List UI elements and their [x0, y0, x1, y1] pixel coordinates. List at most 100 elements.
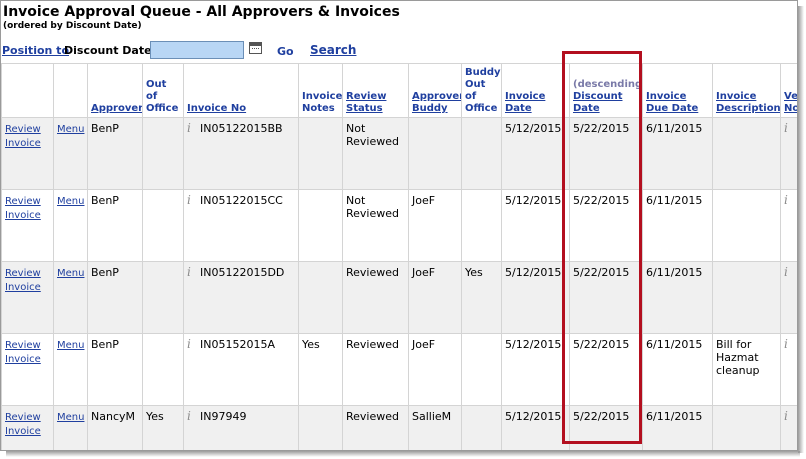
invoice-no-cell: i IN05122015CC	[183, 189, 299, 262]
page-subtitle: (ordered by Discount Date)	[3, 21, 142, 31]
invoice-description-cell	[712, 261, 781, 334]
header-review-status[interactable]: Review Status	[342, 63, 409, 118]
vendor-no-cell: i	[780, 189, 797, 262]
review-invoice-cell: Review Invoice	[1, 333, 54, 406]
position-to-link[interactable]: Position to	[2, 44, 69, 57]
review-invoice-link[interactable]: Review Invoice	[5, 124, 41, 149]
review-status-cell: Not Reviewed	[342, 189, 409, 262]
discount-date-cell: 5/22/2015	[569, 189, 643, 262]
invoice-table: Approver Out of Office Invoice No Invoic…	[1, 63, 797, 450]
info-icon[interactable]: i	[187, 338, 195, 351]
window-shadow-bottom	[6, 451, 800, 457]
header-invoice-notes: Invoice Notes	[298, 63, 343, 118]
review-status-cell: Not Reviewed	[342, 117, 409, 190]
header-out-of-office: Out of Office	[142, 63, 184, 118]
invoice-no-cell: i IN05122015BB	[183, 117, 299, 190]
row-menu-link[interactable]: Menu	[57, 124, 84, 135]
invoice-notes-cell	[298, 189, 343, 262]
review-invoice-link[interactable]: Review Invoice	[5, 412, 41, 437]
invoice-description-cell: Bill for Hazmat cleanup	[712, 333, 781, 406]
invoice-date-cell: 5/12/2015	[501, 189, 570, 262]
invoice-notes-cell	[298, 405, 343, 450]
discount-date-cell: 5/22/2015	[569, 261, 643, 334]
table-row: Review Invoice Menu BenP i IN05152015A Yes Rev…	[1, 333, 797, 406]
row-menu-link[interactable]: Menu	[57, 412, 84, 423]
review-invoice-link[interactable]: Review Invoice	[5, 268, 41, 293]
header-buddy-out-of-office: Buddy Out of Office	[461, 63, 502, 118]
review-invoice-cell: Review Invoice	[1, 189, 54, 262]
table-row: Review Invoice Menu BenP i IN05122015CC Not R…	[1, 189, 797, 262]
approver-buddy-cell	[408, 117, 462, 190]
info-icon[interactable]: i	[784, 266, 792, 279]
header-invoice-date[interactable]: Invoice Date	[501, 63, 570, 118]
row-menu-link[interactable]: Menu	[57, 196, 84, 207]
approver-buddy-cell: JoeF	[408, 333, 462, 406]
review-invoice-link[interactable]: Review Invoice	[5, 196, 41, 221]
go-button[interactable]: Go	[277, 45, 294, 58]
sort-direction-note: (descending)	[573, 79, 643, 90]
menu-cell: Menu	[53, 333, 88, 406]
row-menu-link[interactable]: Menu	[57, 340, 84, 351]
row-menu-link[interactable]: Menu	[57, 268, 84, 279]
invoice-date-cell: 5/12/2015	[501, 333, 570, 406]
header-invoice-description[interactable]: Invoice Description	[712, 63, 781, 118]
invoice-no-cell: i IN97949	[183, 405, 299, 450]
vendor-no-cell: i	[780, 333, 797, 406]
discount-date-cell: 5/22/2015	[569, 117, 643, 190]
invoice-due-date-cell: 6/11/2015	[642, 333, 713, 406]
app-window: Invoice Approval Queue - All Approvers &…	[0, 0, 798, 451]
vendor-no-cell: i	[780, 261, 797, 334]
info-icon[interactable]: i	[784, 122, 792, 135]
discount-date-input[interactable]	[150, 41, 244, 59]
invoice-no: IN97949	[200, 410, 247, 423]
invoice-due-date-cell: 6/11/2015	[642, 189, 713, 262]
approver-cell: NancyM	[87, 405, 143, 450]
info-icon[interactable]: i	[187, 410, 195, 423]
out-of-office-cell	[142, 189, 184, 262]
review-invoice-cell: Review Invoice	[1, 117, 54, 190]
approver-cell: BenP	[87, 189, 143, 262]
buddy-out-of-office-cell	[461, 189, 502, 262]
table-row: Review Invoice Menu BenP i IN05122015DD Revie…	[1, 261, 797, 334]
header-menu-col	[53, 63, 88, 118]
invoice-notes-cell	[298, 117, 343, 190]
calendar-icon[interactable]	[249, 42, 262, 54]
info-icon[interactable]: i	[187, 266, 195, 279]
header-invoice-due-date[interactable]: Invoice Due Date	[642, 63, 713, 118]
review-status-cell: Reviewed	[342, 333, 409, 406]
review-status-cell: Reviewed	[342, 405, 409, 450]
info-icon[interactable]: i	[187, 122, 195, 135]
page-title: Invoice Approval Queue - All Approvers &…	[3, 4, 400, 20]
invoice-due-date-cell: 6/11/2015	[642, 117, 713, 190]
vendor-no-cell: i	[780, 405, 797, 450]
position-field-label: Discount Date	[64, 44, 152, 57]
review-invoice-cell: Review Invoice	[1, 405, 54, 450]
position-bar: Position to Discount Date Go Search	[1, 38, 797, 62]
approver-buddy-cell: JoeF	[408, 261, 462, 334]
info-icon[interactable]: i	[784, 338, 792, 351]
buddy-out-of-office-cell	[461, 117, 502, 190]
menu-cell: Menu	[53, 117, 88, 190]
invoice-no-cell: i IN05122015DD	[183, 261, 299, 334]
invoice-no-cell: i IN05152015A	[183, 333, 299, 406]
header-invoice-no[interactable]: Invoice No	[183, 63, 299, 118]
invoice-no: IN05122015DD	[200, 266, 285, 279]
header-vendor-no[interactable]: Vendor No	[780, 63, 797, 118]
invoice-notes-cell: Yes	[298, 333, 343, 406]
invoice-date-cell: 5/12/2015	[501, 117, 570, 190]
header-approver-buddy[interactable]: Approver Buddy	[408, 63, 462, 118]
table-row: Review Invoice Menu NancyM Yes i IN97949 Revie…	[1, 405, 797, 450]
info-icon[interactable]: i	[187, 194, 195, 207]
info-icon[interactable]: i	[784, 410, 792, 423]
invoice-description-cell	[712, 117, 781, 190]
table-row: Review Invoice Menu BenP i IN05122015BB Not R…	[1, 117, 797, 190]
info-icon[interactable]: i	[784, 194, 792, 207]
header-discount-date[interactable]: (descending) Discount Date	[569, 63, 643, 118]
review-invoice-link[interactable]: Review Invoice	[5, 340, 41, 365]
buddy-out-of-office-cell	[461, 405, 502, 450]
out-of-office-cell: Yes	[142, 405, 184, 450]
search-link[interactable]: Search	[310, 43, 356, 57]
invoice-description-cell	[712, 189, 781, 262]
header-approver[interactable]: Approver	[87, 63, 143, 118]
menu-cell: Menu	[53, 405, 88, 450]
